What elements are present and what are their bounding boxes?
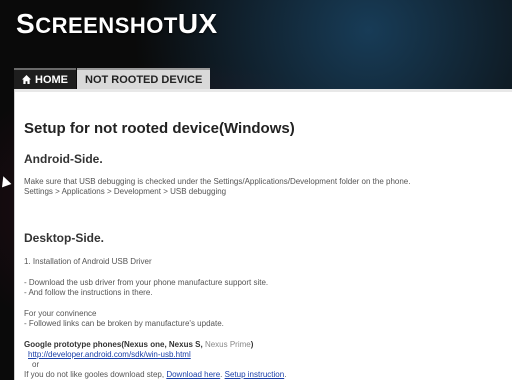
setup-instruction-link[interactable]: Setup instruction — [225, 370, 285, 379]
home-icon — [22, 75, 31, 84]
tab-home[interactable]: HOME — [14, 68, 76, 89]
desktop-step1: 1. Installation of Android USB Driver — [24, 257, 152, 266]
desktop-side-heading: Desktop-Side. — [24, 231, 105, 245]
content-divider — [15, 89, 512, 92]
convenience-line2: - Followed links can be broken by manufa… — [24, 319, 224, 328]
android-side-heading: Android-Side. — [24, 152, 103, 166]
download-prefix: If you do not like gooles download step, — [24, 370, 165, 379]
google-phones-line: Google prototype phones(Nexus one, Nexus… — [24, 340, 512, 350]
usb-driver-link[interactable]: http://developer.android.com/sdk/win-usb… — [28, 350, 191, 359]
android-instruction: Make sure that USB debugging is checked … — [24, 177, 512, 197]
google-phones-close: ) — [250, 340, 254, 349]
download-line: If you do not like gooles download step,… — [24, 370, 287, 379]
convenience-line1: For your convinence — [24, 309, 97, 318]
download-line1: - Download the usb driver from your phon… — [24, 278, 269, 287]
tab-not-rooted-label: NOT ROOTED DEVICE — [85, 73, 203, 86]
android-line1: Make sure that USB debugging is checked … — [24, 177, 411, 186]
download-here-link[interactable]: Download here — [166, 370, 220, 379]
tab-not-rooted-device[interactable]: NOT ROOTED DEVICE — [77, 68, 211, 89]
google-phones-section: Google prototype phones(Nexus one, Nexus… — [24, 340, 512, 380]
logo-ux: UX — [177, 8, 218, 39]
or-text: or — [32, 360, 40, 369]
site-logo[interactable]: SCREENSHOTUX — [16, 8, 218, 40]
logo-text: CREENSHOT — [35, 13, 178, 38]
top-nav: HOME NOT ROOTED DEVICE — [14, 68, 211, 89]
download-instructions: - Download the usb driver from your phon… — [24, 278, 512, 298]
tab-home-label: HOME — [35, 73, 68, 86]
nexus-prime-label: Nexus Prime — [204, 340, 251, 349]
convenience-note: For your convinence - Followed links can… — [24, 309, 512, 329]
logo-letter: S — [16, 8, 36, 39]
page-title: Setup for not rooted device(Windows) — [24, 120, 295, 137]
android-line2: Settings > Applications > Development > … — [24, 187, 227, 196]
download-line2: - And follow the instructions in there. — [24, 288, 153, 297]
main-content: Setup for not rooted device(Windows) And… — [14, 89, 512, 380]
google-phones-label: Google prototype phones(Nexus one, Nexus… — [24, 340, 203, 349]
